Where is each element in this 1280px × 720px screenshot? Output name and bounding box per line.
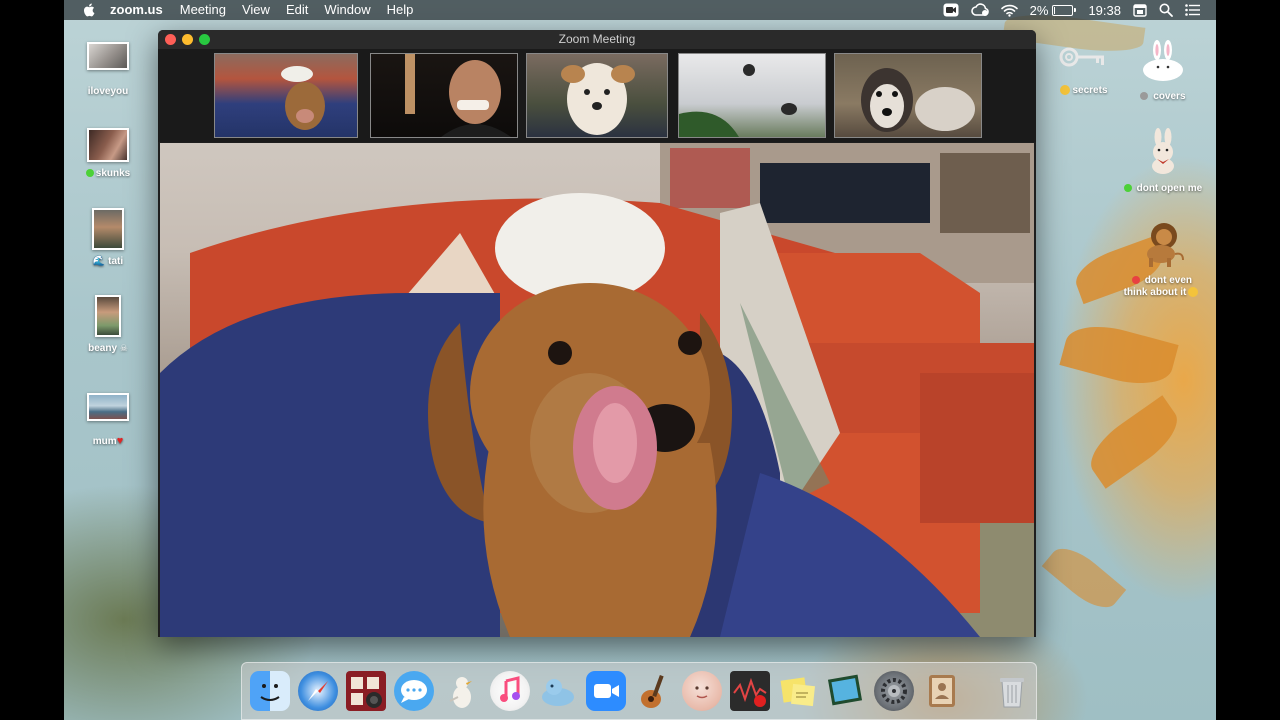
- photo-booth-icon[interactable]: [346, 671, 386, 711]
- desktop-icon-dont-open-me[interactable]: dont open me: [1118, 128, 1208, 194]
- minimize-window-button[interactable]: [182, 34, 193, 45]
- stickies-icon[interactable]: [778, 671, 818, 711]
- zoom-meeting-window: Zoom Meeting: [158, 30, 1036, 637]
- desktop-icon-label: mum: [92, 436, 117, 447]
- system-preferences-icon[interactable]: [874, 671, 914, 711]
- menu-help[interactable]: Help: [387, 0, 414, 20]
- cyberduck-icon[interactable]: [442, 671, 482, 711]
- window-title: Zoom Meeting: [558, 32, 636, 46]
- battery-icon: [1052, 4, 1074, 16]
- beany-thumbnail: [95, 295, 121, 337]
- menu-bar: zoom.us Meeting View Edit Window Help 2%…: [64, 0, 1216, 20]
- heart-icon: ♥: [116, 435, 124, 447]
- menu-view[interactable]: View: [242, 0, 270, 20]
- clock[interactable]: 19:38: [1088, 3, 1121, 18]
- battery-percent: 2%: [1029, 2, 1049, 18]
- preview-icon[interactable]: [826, 671, 866, 711]
- letterbox-left: [0, 0, 64, 720]
- desktop-icon-dont-even[interactable]: dont even think about it: [1112, 218, 1212, 299]
- skunks-thumbnail: [87, 128, 129, 162]
- desktop-icon-mum[interactable]: mum♥: [63, 393, 153, 447]
- calendar-icon[interactable]: [1133, 3, 1147, 17]
- desktop-icon-covers[interactable]: covers: [1118, 40, 1208, 102]
- screen-recorder-icon[interactable]: [730, 671, 770, 711]
- lion-icon: [1147, 223, 1184, 267]
- sequel-pro-icon[interactable]: [538, 671, 578, 711]
- face-emoji-icon: [1060, 85, 1071, 96]
- wifi-icon[interactable]: [1000, 4, 1018, 17]
- green-tag-icon: [85, 169, 94, 178]
- desktop-icon-label: covers: [1153, 91, 1186, 102]
- thinking-emoji-icon: [1188, 287, 1199, 298]
- itunes-icon[interactable]: [490, 671, 530, 711]
- desktop-icon-label: secrets: [1072, 85, 1108, 96]
- rabbit-figure-icon: [1152, 128, 1174, 174]
- zoom-icon[interactable]: [586, 671, 626, 711]
- bunny-icon: [1143, 40, 1183, 81]
- participant-tile-white-dog-closeup[interactable]: [678, 53, 826, 138]
- menu-window[interactable]: Window: [324, 0, 370, 20]
- gray-tag-icon: [1140, 92, 1149, 101]
- desktop-icon-label-line2: think about it: [1123, 287, 1187, 298]
- list-icon[interactable]: [1185, 4, 1200, 16]
- safari-icon[interactable]: [298, 671, 338, 711]
- desktop-icon-skunks[interactable]: skunks: [63, 128, 153, 179]
- red-tag-icon: [1131, 276, 1140, 285]
- battery-indicator[interactable]: 2%: [1030, 3, 1077, 18]
- desktop-icon-secrets[interactable]: secrets: [1038, 44, 1128, 96]
- garageband-icon[interactable]: [634, 671, 674, 711]
- desktop-icon-iloveyou[interactable]: iloveyou: [63, 42, 153, 97]
- contacts-icon[interactable]: [922, 671, 962, 711]
- active-speaker-video[interactable]: [160, 143, 1034, 637]
- menu-meeting[interactable]: Meeting: [180, 0, 226, 20]
- menu-edit[interactable]: Edit: [286, 0, 308, 20]
- desktop-icon-label: dont open me: [1136, 183, 1203, 194]
- trash-icon[interactable]: [992, 671, 1032, 711]
- desktop-icon-label: dont even: [1144, 275, 1192, 286]
- participant-strip: [158, 49, 1036, 142]
- close-window-button[interactable]: [165, 34, 176, 45]
- creative-cloud-icon[interactable]: [970, 3, 989, 17]
- face-app-icon[interactable]: [682, 671, 722, 711]
- wave-emoji-icon: 🌊: [92, 256, 106, 267]
- messages-icon[interactable]: [394, 671, 434, 711]
- letterbox-right: [1216, 0, 1280, 720]
- iloveyou-thumbnail: [87, 42, 129, 70]
- menu-app-name[interactable]: zoom.us: [110, 0, 163, 20]
- skull-emoji-icon: ☠: [119, 343, 128, 353]
- participant-tile-white-terrier[interactable]: [526, 53, 668, 138]
- desktop-icon-beany[interactable]: beany ☠: [63, 295, 153, 354]
- finder-icon[interactable]: [250, 671, 290, 711]
- tati-thumbnail: [92, 208, 124, 250]
- participant-tile-husky[interactable]: [834, 53, 982, 138]
- green-tag-icon: [1123, 184, 1132, 193]
- desktop-icon-label: tati: [108, 256, 124, 267]
- zoom-status-icon[interactable]: [943, 3, 959, 17]
- participant-tile-smiling-man[interactable]: [370, 53, 518, 138]
- mum-thumbnail: [87, 393, 129, 421]
- dock: [241, 662, 1037, 720]
- maximize-window-button[interactable]: [199, 34, 210, 45]
- desktop-icon-label: skunks: [95, 168, 131, 179]
- apple-icon[interactable]: [82, 3, 96, 17]
- participant-tile-dog-on-couch[interactable]: [214, 53, 358, 138]
- desktop-icon-tati[interactable]: 🌊 tati: [63, 208, 153, 267]
- window-titlebar[interactable]: Zoom Meeting: [158, 30, 1036, 49]
- key-icon: [1059, 47, 1104, 67]
- desktop-icon-label: beany: [88, 343, 118, 354]
- search-icon[interactable]: [1159, 3, 1173, 17]
- desktop-icon-label: iloveyou: [87, 86, 129, 97]
